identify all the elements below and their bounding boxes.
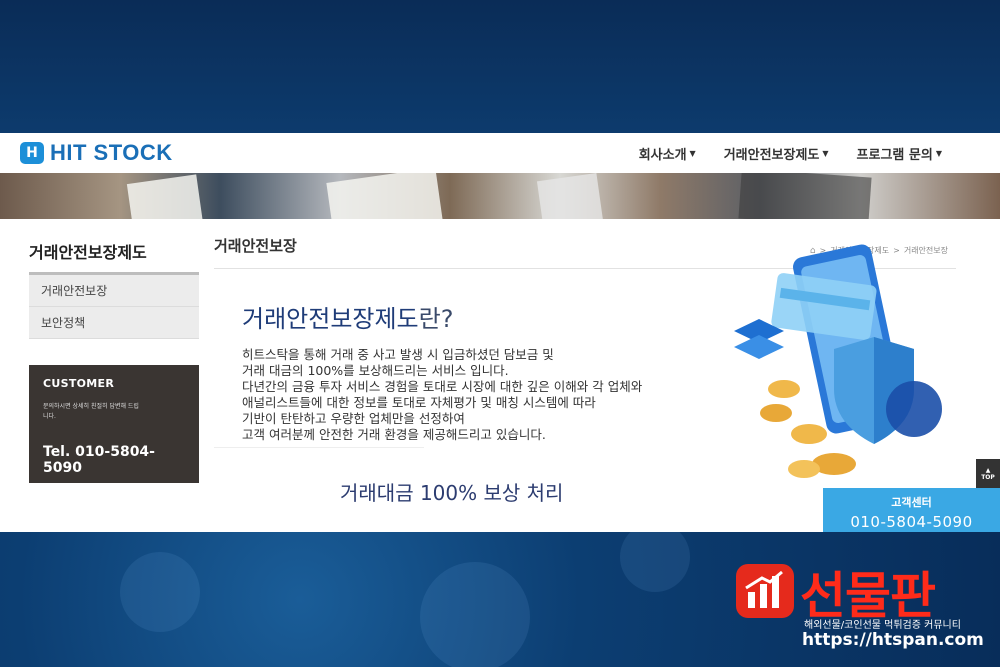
intro-line: 히트스탁을 통해 거래 중 사고 발생 시 입금하셨던 담보금 및 [242,347,554,362]
caret-up-icon: ▲ [985,467,991,474]
nav-label: 회사소개 [638,147,687,163]
caret-down-icon: ▼ [935,148,942,158]
hero-decoration [536,173,604,219]
sidebar-menu: 거래안전보장 보안정책 [29,275,199,339]
website-screenshot: H HIT STOCK 회사소개 ▼ 거래안전보장제도 ▼ 프로그램 문의 ▼ … [0,133,1000,532]
nav-label: 프로그램 문의 [856,147,933,163]
caret-down-icon: ▼ [689,148,696,158]
hero-decoration [326,173,444,219]
intro-line: 기반이 탄탄하고 우량한 업체만을 선정하여 [242,411,465,426]
divider [214,447,424,448]
intro-body: 히트스탁을 통해 거래 중 사고 발생 시 입금하셨던 담보금 및 거래 대금의… [242,347,742,443]
customer-tel[interactable]: Tel. 010-5804-5090 [43,444,185,476]
intro-line: 고객 여러분께 안전한 거래 환경을 제공해드리고 있습니다. [242,427,546,442]
intro-heading-suffix: 란? [418,305,454,333]
customer-center-box[interactable]: 고객센터 010-5804-5090 [823,488,1000,532]
brand-tagline: 해외선물/코인선물 먹튀검증 커뮤니티 [804,620,961,631]
brand-url[interactable]: https://htspan.com [802,630,984,650]
logo-icon: H [20,142,44,164]
customer-title: CUSTOMER [43,377,115,390]
bokeh-decoration [420,562,530,667]
content-area: 거래안전보장제도 거래안전보장 보안정책 CUSTOMER 문의하시면 상세히 … [0,219,1000,532]
nav-label: 거래안전보장제도 [723,147,820,163]
hero-banner-image [0,173,1000,219]
customer-desc: 문의하시면 상세히 친절히 답변해 드립니다. [43,403,139,420]
page-title: 거래안전보장 [214,237,297,255]
logo-text: HIT STOCK [50,140,173,165]
hero-decoration [126,174,204,219]
background-top [0,0,1000,133]
sub-heading: 거래대금 100% 보상 처리 [340,481,564,505]
nav-item-safety[interactable]: 거래안전보장제도 ▼ [724,144,829,163]
intro-heading: 거래안전보장제도란? [242,299,453,334]
cs-label: 고객센터 [891,496,932,509]
intro-heading-main: 거래안전보장제도 [242,305,419,333]
nav-item-inquiry[interactable]: 프로그램 문의 ▼ [857,144,942,163]
sidebar-title: 거래안전보장제도 [29,239,199,275]
cs-number: 010-5804-5090 [850,513,973,531]
main-content: 거래안전보장 ⌂ > 거래안전보장제도 > 거래안전보장 거래안전보장제도란? … [214,219,956,505]
site-header: H HIT STOCK 회사소개 ▼ 거래안전보장제도 ▼ 프로그램 문의 ▼ [0,133,1000,173]
main-nav: 회사소개 ▼ 거래안전보장제도 ▼ 프로그램 문의 ▼ [639,144,942,163]
intro-line: 거래 대금의 100%를 보상해드리는 서비스 입니다. [242,363,509,378]
intro-line: 다년간의 금융 투자 서비스 경험을 토대로 시장에 대한 깊은 이해와 각 업… [242,379,643,394]
hero-decoration [738,173,872,219]
brand-watermark: 선물판 해외선물/코인선물 먹튀검증 커뮤니티 https://htspan.c… [736,556,986,656]
customer-box: CUSTOMER 문의하시면 상세히 친절히 답변해 드립니다. Tel. 01… [29,365,199,483]
bokeh-decoration [620,522,690,592]
sidebar-item-safety[interactable]: 거래안전보장 [29,275,199,307]
nav-item-company[interactable]: 회사소개 ▼ [639,144,696,163]
sidebar: 거래안전보장제도 거래안전보장 보안정책 [29,219,199,339]
chart-logo-icon [736,564,794,618]
top-label: TOP [981,474,995,481]
caret-down-icon: ▼ [822,148,829,158]
site-logo[interactable]: H HIT STOCK [20,140,173,166]
security-illustration [734,244,942,478]
scroll-top-button[interactable]: ▲ TOP [976,459,1000,489]
bokeh-decoration [120,552,200,632]
intro-line: 애널리스트들에 대한 정보를 토대로 자체평가 및 매칭 시스템에 따라 [242,395,596,410]
sidebar-item-security[interactable]: 보안정책 [29,307,199,339]
